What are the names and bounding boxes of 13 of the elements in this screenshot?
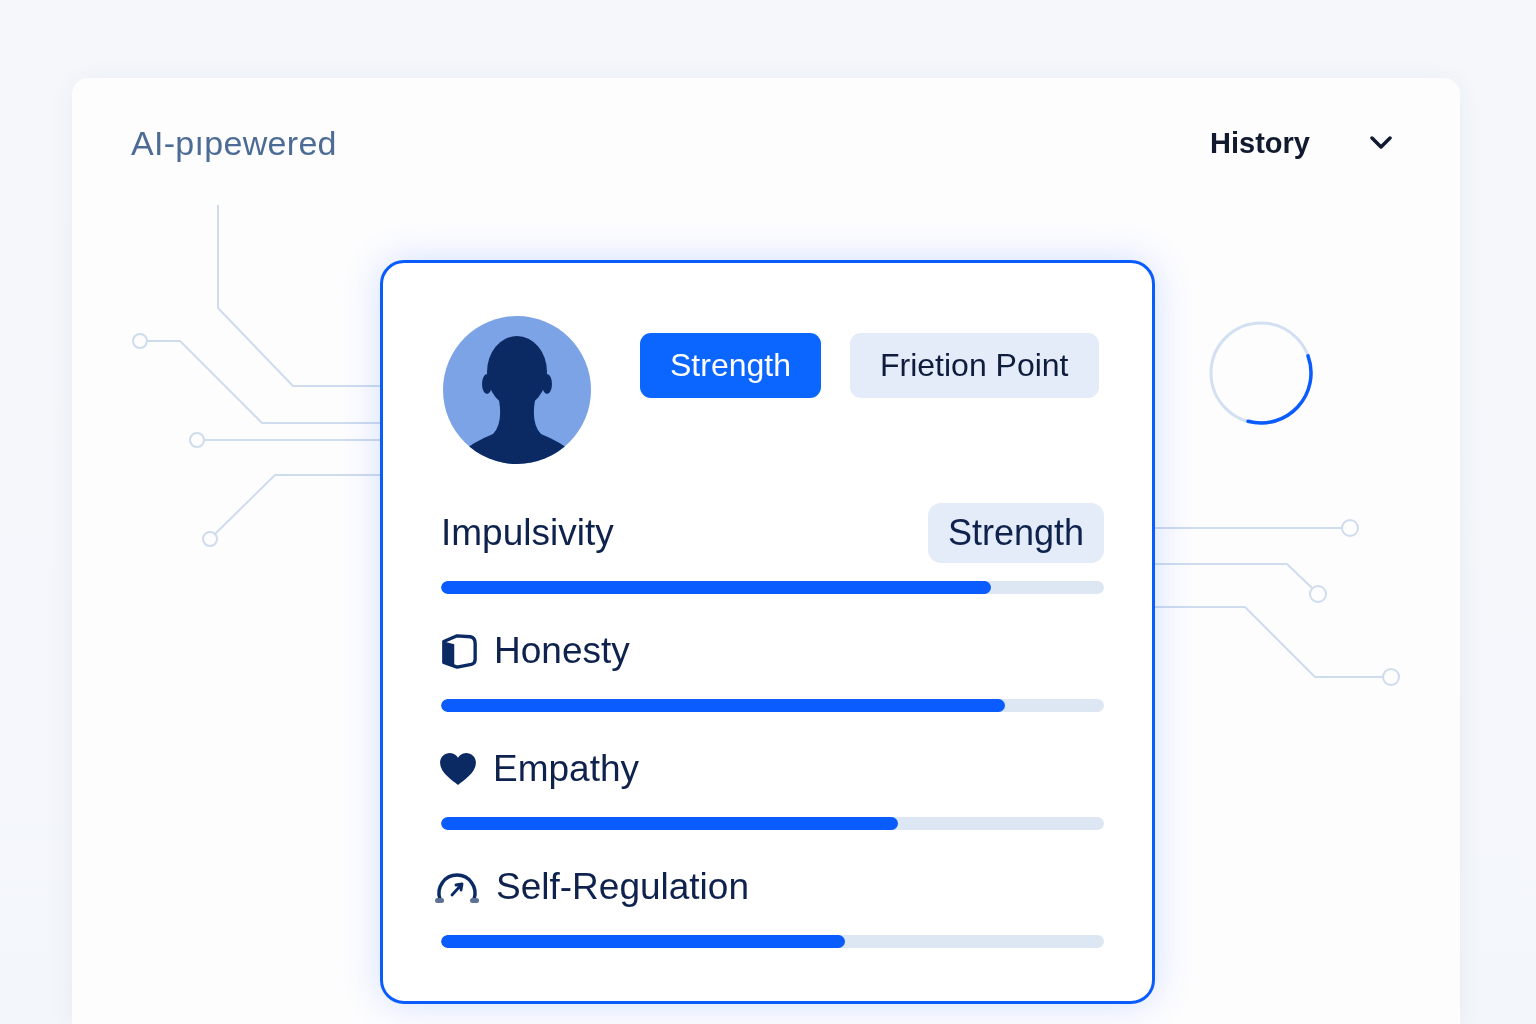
- hexagon-icon: [440, 632, 478, 670]
- metric-label: Impulsivity: [441, 512, 614, 554]
- category-tab[interactable]: Frietion Point: [849, 333, 1099, 398]
- loading-ring-icon: [1208, 320, 1314, 426]
- metric-label: Self-Regulation: [496, 866, 749, 908]
- heart-icon: [439, 752, 477, 786]
- metric-label: Honesty: [494, 630, 630, 672]
- category-tab[interactable]: Strength: [640, 333, 821, 398]
- status-tag: Strength: [927, 503, 1104, 563]
- metric-label: Empathy: [493, 748, 639, 790]
- app-title: AI-pıpewered: [131, 123, 337, 163]
- chevron-down-icon: [1370, 136, 1392, 150]
- history-dropdown[interactable]: History: [1210, 126, 1392, 160]
